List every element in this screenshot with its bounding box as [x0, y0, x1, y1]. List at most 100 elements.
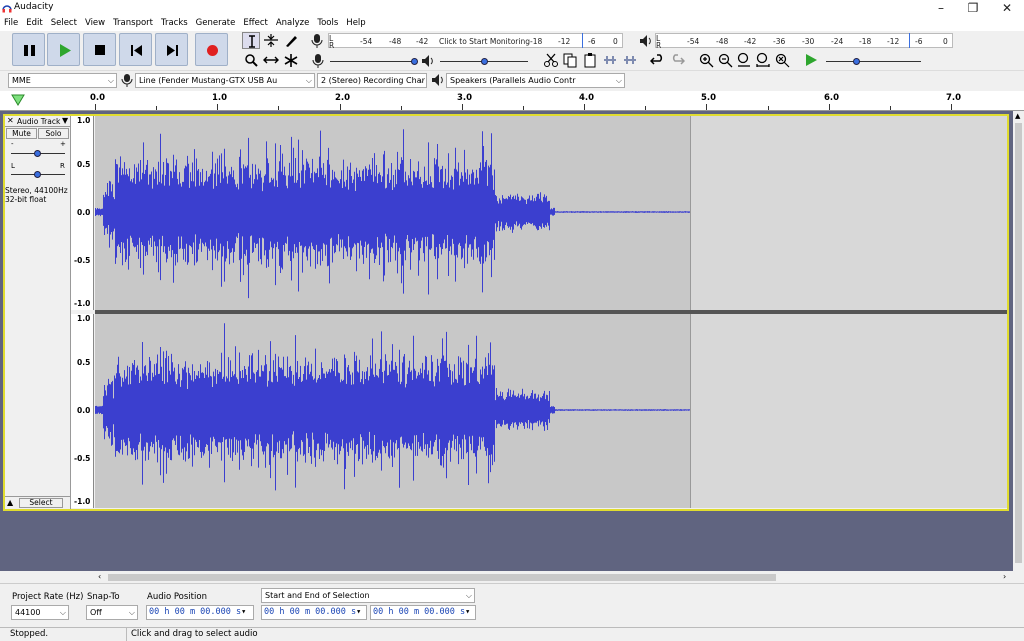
- copy-icon[interactable]: [562, 52, 578, 68]
- mute-button[interactable]: Mute: [6, 128, 37, 139]
- skip-to-start-button[interactable]: [119, 33, 152, 66]
- play-button[interactable]: [47, 33, 80, 66]
- recording-device-dropdown[interactable]: Line (Fender Mustang-GTX USB Au ⌵: [135, 73, 315, 88]
- chevron-down-icon: ⌵: [465, 591, 472, 600]
- vertical-scrollbar[interactable]: ▲: [1013, 111, 1024, 571]
- select-track-button[interactable]: Select: [19, 498, 63, 508]
- recording-volume-slider[interactable]: [330, 61, 416, 62]
- play-meter-tick: -36: [773, 37, 786, 46]
- paste-icon[interactable]: [582, 52, 598, 68]
- stop-button[interactable]: [83, 33, 116, 66]
- zoom-out-icon[interactable]: [717, 52, 733, 68]
- menu-view[interactable]: View: [81, 16, 109, 31]
- fit-selection-icon[interactable]: [736, 52, 752, 68]
- amp-label: 0.0: [77, 208, 91, 217]
- selection-end-field[interactable]: 00 h 00 m 00.000 s▾: [370, 605, 476, 620]
- menu-tools[interactable]: Tools: [313, 16, 342, 31]
- horizontal-scroll-thumb[interactable]: [108, 574, 776, 581]
- timeline-tick: [523, 106, 524, 110]
- playback-volume-thumb[interactable]: [481, 58, 488, 65]
- vertical-scroll-thumb[interactable]: [1015, 123, 1022, 563]
- pause-button[interactable]: [12, 33, 45, 66]
- timeline-tick: [951, 104, 952, 110]
- timeline-label: 7.0: [946, 93, 962, 103]
- amp-label: 0.0: [77, 406, 91, 415]
- scroll-left-icon[interactable]: ‹: [98, 572, 101, 581]
- time-shift-tool[interactable]: [262, 52, 280, 69]
- scroll-right-icon[interactable]: ›: [1003, 572, 1006, 581]
- skip-to-end-button[interactable]: [155, 33, 188, 66]
- timeline-label: 1.0: [212, 93, 228, 103]
- pin-head-icon[interactable]: [11, 93, 25, 107]
- timeline-tick: [217, 104, 218, 110]
- timeline-tick: [278, 106, 279, 110]
- snap-to-dropdown[interactable]: Off ⌵: [86, 605, 138, 620]
- play-at-speed-icon[interactable]: [803, 52, 819, 68]
- redo-icon[interactable]: [669, 52, 685, 68]
- gain-slider-thumb[interactable]: [34, 150, 41, 157]
- record-button[interactable]: [195, 33, 228, 66]
- skip-to-end-icon: [167, 45, 178, 56]
- track-name[interactable]: Audio Track: [17, 117, 60, 126]
- track-footer: ▲ Select: [5, 496, 71, 508]
- pan-slider-thumb[interactable]: [34, 171, 41, 178]
- play-icon: [60, 44, 71, 57]
- selection-start-field[interactable]: 00 h 00 m 00.000 s▾: [261, 605, 367, 620]
- recording-volume-thumb[interactable]: [411, 58, 418, 65]
- close-track-icon[interactable]: ✕: [7, 116, 14, 125]
- play-meter-tick: -48: [716, 37, 729, 46]
- menu-generate[interactable]: Generate: [192, 16, 240, 31]
- draw-tool[interactable]: [282, 32, 300, 49]
- menu-edit[interactable]: Edit: [22, 16, 46, 31]
- cut-icon[interactable]: [543, 52, 559, 68]
- play-speed-thumb[interactable]: [853, 58, 860, 65]
- fit-project-icon[interactable]: [755, 52, 771, 68]
- envelope-tool[interactable]: [262, 32, 280, 49]
- click-to-start-monitoring[interactable]: Click to Start Monitoring: [439, 37, 530, 46]
- recording-device-value: Line (Fender Mustang-GTX USB Au: [139, 76, 278, 85]
- window-title: Audacity: [14, 2, 54, 12]
- selection-tool[interactable]: [242, 32, 260, 49]
- menu-tracks[interactable]: Tracks: [157, 16, 192, 31]
- zoom-toggle-icon[interactable]: [774, 52, 790, 68]
- waveform-left-empty[interactable]: [690, 116, 1007, 310]
- track-control-panel: ✕ Audio Track ▼ Mute Solo - + L R Stereo…: [5, 116, 71, 509]
- trim-icon[interactable]: [602, 52, 618, 68]
- selection-mode-dropdown[interactable]: Start and End of Selection ⌵: [261, 588, 475, 603]
- amplitude-ruler-left: 1.0 0.5 0.0 -0.5 -1.0: [71, 116, 94, 310]
- waveform-right-empty[interactable]: [690, 314, 1007, 508]
- selection-toolbar: Project Rate (Hz) 44100 ⌵ Snap-To Off ⌵ Au…: [0, 583, 1024, 627]
- collapse-track-icon[interactable]: ▲: [7, 498, 13, 507]
- multi-tool[interactable]: [282, 52, 300, 69]
- record-icon: [207, 45, 218, 56]
- menu-transport[interactable]: Transport: [109, 16, 157, 31]
- recording-channels-dropdown[interactable]: 2 (Stereo) Recording Char ⌵: [317, 73, 427, 88]
- menu-analyze[interactable]: Analyze: [272, 16, 314, 31]
- scroll-up-icon[interactable]: ▲: [1015, 112, 1020, 120]
- track-sample-rate: Stereo, 44100Hz: [5, 186, 68, 195]
- restore-button[interactable]: ❐: [958, 0, 988, 16]
- timeline-ruler[interactable]: 0.0 1.0 2.0 3.0 4.0 5.0 6.0 7.0: [0, 91, 1024, 111]
- project-rate-dropdown[interactable]: 44100 ⌵: [11, 605, 69, 620]
- undo-icon[interactable]: [650, 52, 666, 68]
- gain-plus-label: +: [60, 140, 66, 148]
- close-window-button[interactable]: ✕: [992, 0, 1022, 16]
- playback-volume-icon: [422, 55, 433, 67]
- zoom-in-icon[interactable]: [698, 52, 714, 68]
- recording-volume-icon: [312, 54, 324, 68]
- zoom-tool[interactable]: [242, 52, 260, 69]
- silence-icon[interactable]: [622, 52, 638, 68]
- menu-select[interactable]: Select: [47, 16, 81, 31]
- solo-button[interactable]: Solo: [38, 128, 69, 139]
- minimize-button[interactable]: –: [926, 0, 956, 16]
- audio-position-field[interactable]: 00 h 00 m 00.000 s▾: [146, 605, 254, 620]
- audio-host-dropdown[interactable]: MME ⌵: [8, 73, 117, 88]
- menu-effect[interactable]: Effect: [239, 16, 271, 31]
- playback-device-dropdown[interactable]: Speakers (Parallels Audio Contr ⌵: [446, 73, 625, 88]
- menu-file[interactable]: File: [0, 16, 22, 31]
- track-menu-arrow-icon[interactable]: ▼: [62, 116, 68, 125]
- amp-label: 0.5: [77, 358, 91, 367]
- play-speed-slider[interactable]: [826, 61, 921, 62]
- menu-help[interactable]: Help: [342, 16, 369, 31]
- track-header: ✕ Audio Track ▼: [5, 116, 71, 127]
